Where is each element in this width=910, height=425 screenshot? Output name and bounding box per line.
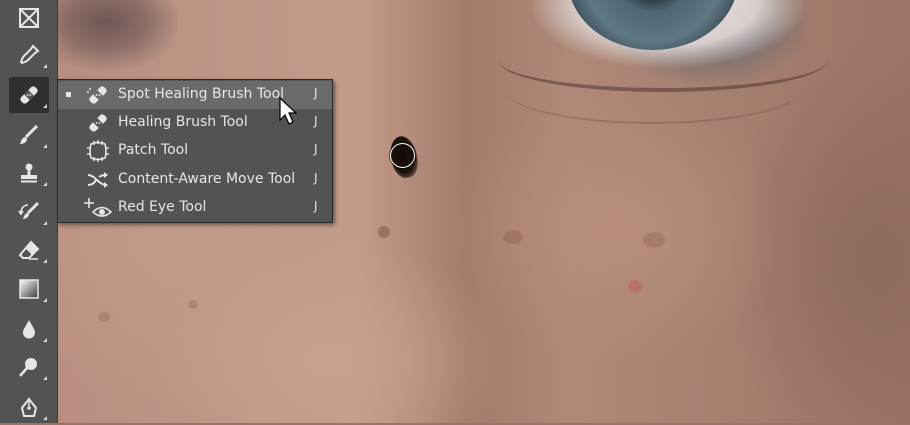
frame-icon: [19, 8, 39, 28]
skin-spot: [643, 232, 665, 248]
menu-item-label: Healing Brush Tool: [118, 114, 248, 130]
tools-panel: [0, 0, 58, 423]
submenu-indicator: [43, 259, 47, 263]
content-aware-move-icon: [84, 168, 112, 192]
submenu-indicator: [43, 298, 47, 302]
menu-item-label: Spot Healing Brush Tool: [118, 86, 285, 102]
menu-item-label: Patch Tool: [118, 142, 189, 158]
eyedropper-tool-button[interactable]: [9, 37, 49, 73]
skin-spot: [98, 312, 110, 322]
dodge-tool-button[interactable]: [9, 349, 49, 385]
menu-item-shortcut: J: [314, 114, 318, 128]
brush-tool-button[interactable]: [9, 117, 49, 153]
menu-item-shortcut: J: [314, 171, 318, 185]
frame-tool-button[interactable]: [9, 0, 49, 36]
red-eye-icon: [84, 196, 112, 220]
drop-icon: [23, 320, 35, 339]
skin-spot: [628, 280, 642, 292]
submenu-indicator: [43, 221, 47, 225]
patch-icon: [84, 139, 112, 163]
brush-cursor: [390, 143, 415, 168]
submenu-indicator: [43, 338, 47, 342]
menu-item-shortcut: J: [314, 86, 318, 100]
eye-crease: [503, 52, 803, 124]
bandage-icon: [84, 111, 112, 135]
spot-healing-icon: [84, 83, 112, 107]
submenu-indicator: [43, 416, 47, 420]
menu-item-shortcut: J: [314, 199, 318, 213]
skin-spot: [188, 300, 198, 309]
menu-item-shortcut: J: [314, 142, 318, 156]
skin-spot: [378, 226, 390, 238]
gradient-tool-button[interactable]: [9, 271, 49, 307]
stamp-icon: [21, 163, 37, 183]
pen-icon: [20, 397, 38, 417]
history-brush-tool-button[interactable]: [9, 194, 49, 230]
blur-tool-button[interactable]: [9, 311, 49, 347]
mouse-pointer-icon: [279, 97, 298, 125]
submenu-indicator: [43, 64, 47, 68]
submenu-indicator: [43, 376, 47, 380]
gradient-icon: [19, 279, 39, 299]
bandage-icon: [20, 86, 38, 104]
eraser-icon: [18, 240, 40, 260]
menu-item-red-eye-tool[interactable]: Red Eye Tool J: [58, 194, 332, 222]
brush-icon: [20, 124, 39, 144]
pen-tool-button[interactable]: [9, 389, 49, 425]
eyedropper-icon: [19, 44, 40, 65]
selected-bullet: [66, 92, 71, 97]
menu-item-patch-tool[interactable]: Patch Tool J: [58, 137, 332, 165]
eye-shadow-left: [58, 0, 178, 70]
clone-stamp-tool-button[interactable]: [9, 155, 49, 191]
submenu-indicator: [43, 144, 47, 148]
spot-healing-brush-tool-button[interactable]: [9, 77, 49, 113]
menu-item-label: Content-Aware Move Tool: [118, 171, 296, 187]
eraser-tool-button[interactable]: [9, 232, 49, 268]
submenu-indicator: [43, 182, 47, 186]
skin-spot: [503, 230, 523, 244]
dodge-icon: [19, 358, 37, 377]
menu-item-label: Red Eye Tool: [118, 199, 207, 215]
history-brush-icon: [18, 201, 40, 219]
submenu-indicator: [43, 104, 47, 108]
menu-item-content-aware-move-tool[interactable]: Content-Aware Move Tool J: [58, 166, 332, 194]
